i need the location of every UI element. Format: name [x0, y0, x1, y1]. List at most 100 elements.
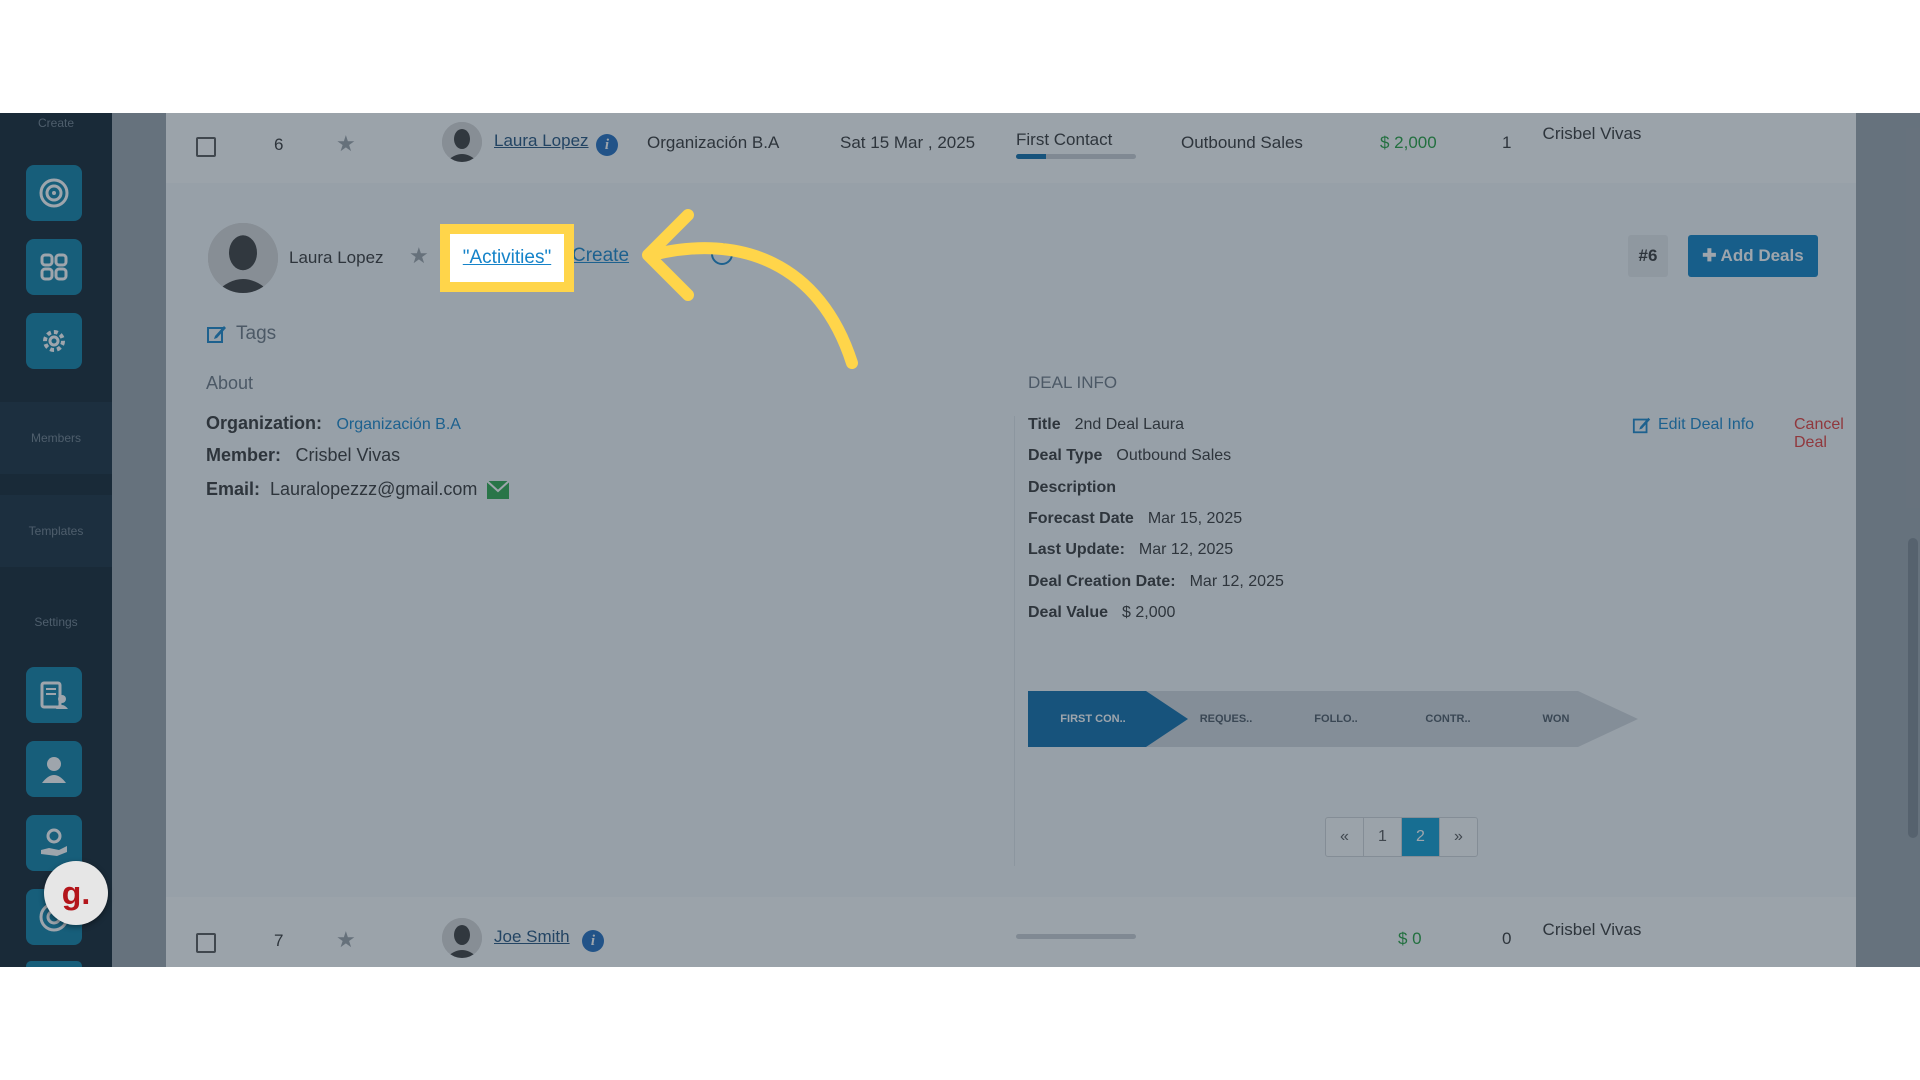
add-deals-button[interactable]: ✚ Add Deals [1688, 235, 1818, 277]
deal-description: Description [1028, 479, 1116, 497]
avatar [442, 918, 482, 958]
sidebar-next-button[interactable] [26, 961, 82, 967]
hand-money-icon [41, 828, 67, 856]
create-link[interactable]: Create [572, 245, 629, 267]
sidebar-user-button[interactable] [26, 741, 82, 797]
main-content: 6 ★ Laura Lopez i Organización B.A Sat 1… [112, 113, 1920, 967]
about-organization: Organization: Organización B.A [206, 413, 461, 434]
member-value: Crisbel Vivas [295, 445, 401, 465]
detail-contact-name: Laura Lopez [289, 248, 384, 267]
gear-icon [43, 330, 65, 352]
row-checkbox[interactable] [196, 933, 216, 953]
edit-deal-info-label: Edit Deal Info [1658, 416, 1755, 433]
column-divider [1014, 416, 1015, 866]
activities-highlight[interactable]: "Activities" [440, 224, 574, 292]
help-icon[interactable] [711, 243, 733, 265]
deal-value-value: $ 2,000 [1122, 604, 1176, 621]
row-organization: Organización B.A [647, 133, 780, 152]
assistant-badge[interactable]: g. [44, 861, 108, 925]
pager-next[interactable]: » [1440, 818, 1477, 856]
deal-type: Deal Type Outbound Sales [1028, 447, 1231, 465]
member-label: Member: [206, 445, 282, 465]
email-value: Lauralopezzz@gmail.com [270, 479, 478, 499]
deal-creation-label: Deal Creation Date: [1028, 573, 1176, 590]
star-icon[interactable]: ★ [336, 927, 356, 953]
info-icon[interactable]: i [582, 930, 604, 952]
row-member: Crisbel Vivas [1542, 124, 1642, 143]
row-date: Sat 15 Mar , 2025 [840, 133, 976, 152]
deal-last-update: Last Update: Mar 12, 2025 [1028, 541, 1233, 559]
about-member: Member: Crisbel Vivas [206, 445, 400, 466]
table-row[interactable]: 7 ★ Joe Smith i $ 0 0 Crisbel Vivas [166, 897, 1856, 967]
deal-description-label: Description [1028, 479, 1117, 496]
info-icon[interactable]: i [596, 134, 618, 156]
row-index: 6 [274, 135, 284, 154]
deal-forecast-label: Forecast Date [1028, 510, 1134, 527]
row-value: $ 2,000 [1380, 133, 1437, 152]
person-silhouette-icon [442, 122, 482, 162]
organization-label: Organization: [206, 413, 322, 433]
deal-number-badge: #6 [1628, 235, 1668, 277]
pipeline-stage-won[interactable]: WON [1506, 691, 1606, 747]
scrollbar[interactable] [1908, 538, 1918, 838]
star-icon[interactable]: ★ [336, 131, 356, 157]
pagination: « 1 2 » [1325, 817, 1478, 857]
deal-info-heading: DEAL INFO [1028, 373, 1118, 392]
stage-progress-bar [1016, 934, 1136, 939]
plus-icon: ✚ [1702, 246, 1717, 265]
sidebar-contact-list-button[interactable] [26, 667, 82, 723]
contact-name-link[interactable]: Laura Lopez [494, 131, 589, 151]
pipeline-stage-first-contact[interactable]: FIRST CON.. [1028, 691, 1158, 747]
cancel-deal-link[interactable]: Cancel Deal [1794, 416, 1856, 452]
stage-progress-bar [1016, 154, 1136, 159]
sidebar: Create Members Templates Settings [0, 113, 112, 967]
email-label: Email: [206, 479, 261, 499]
deal-title-value: 2nd Deal Laura [1074, 416, 1185, 433]
pager-page-2[interactable]: 2 [1402, 818, 1440, 856]
sidebar-settings-button[interactable] [26, 313, 82, 369]
deal-last-update-label: Last Update: [1028, 541, 1125, 558]
edit-icon [1632, 417, 1651, 434]
avatar [442, 122, 482, 162]
about-heading: About [206, 373, 254, 393]
edit-deal-info-link[interactable]: Edit Deal Info [1632, 415, 1754, 435]
row-count: 1 [1502, 133, 1512, 152]
sidebar-grid-button[interactable] [26, 239, 82, 295]
sidebar-templates-label[interactable]: Templates [0, 495, 112, 567]
person-silhouette-icon [208, 223, 278, 293]
row-deal-type: Outbound Sales [1181, 133, 1303, 152]
sidebar-members-label[interactable]: Members [0, 402, 112, 474]
organization-link[interactable]: Organización B.A [336, 416, 461, 433]
tags-label: Tags [236, 323, 277, 344]
deal-creation-date: Deal Creation Date: Mar 12, 2025 [1028, 573, 1284, 591]
contact-list-icon [40, 681, 68, 709]
row-checkbox[interactable] [196, 137, 216, 157]
deal-creation-value: Mar 12, 2025 [1189, 573, 1284, 590]
edit-icon [207, 326, 226, 343]
pager-prev[interactable]: « [1326, 818, 1364, 856]
deal-forecast: Forecast Date Mar 15, 2025 [1028, 510, 1242, 528]
activities-link[interactable]: "Activities" [463, 247, 551, 269]
sidebar-create-label: Create [37, 116, 75, 130]
deal-forecast-value: Mar 15, 2025 [1147, 510, 1243, 527]
star-icon[interactable]: ★ [409, 243, 429, 269]
about-email: Email: Lauralopezzz@gmail.com [206, 479, 510, 500]
tags-link[interactable]: Tags [206, 323, 276, 345]
deal-title: Title 2nd Deal Laura [1028, 416, 1184, 434]
deals-panel: 6 ★ Laura Lopez i Organización B.A Sat 1… [166, 113, 1856, 967]
deal-detail-section: Laura Lopez ★ Create #6 ✚ Add Deals Tags … [166, 183, 1856, 897]
table-row[interactable]: 6 ★ Laura Lopez i Organización B.A Sat 1… [166, 113, 1856, 184]
target-icon [39, 178, 69, 208]
grid-icon [40, 253, 68, 281]
pager-page-1[interactable]: 1 [1364, 818, 1402, 856]
row-stage: First Contact [1016, 130, 1113, 149]
deal-title-label: Title [1028, 416, 1061, 433]
email-icon[interactable] [487, 480, 510, 499]
pipeline-stage-request[interactable]: REQUES.. [1176, 691, 1276, 747]
deal-type-value: Outbound Sales [1116, 447, 1232, 464]
person-silhouette-icon [442, 918, 482, 958]
pipeline-stage-follow[interactable]: FOLLO.. [1286, 691, 1386, 747]
sidebar-target-button[interactable] [26, 165, 82, 221]
contact-name-link[interactable]: Joe Smith [494, 927, 570, 947]
pipeline-stage-contract[interactable]: CONTR.. [1398, 691, 1498, 747]
